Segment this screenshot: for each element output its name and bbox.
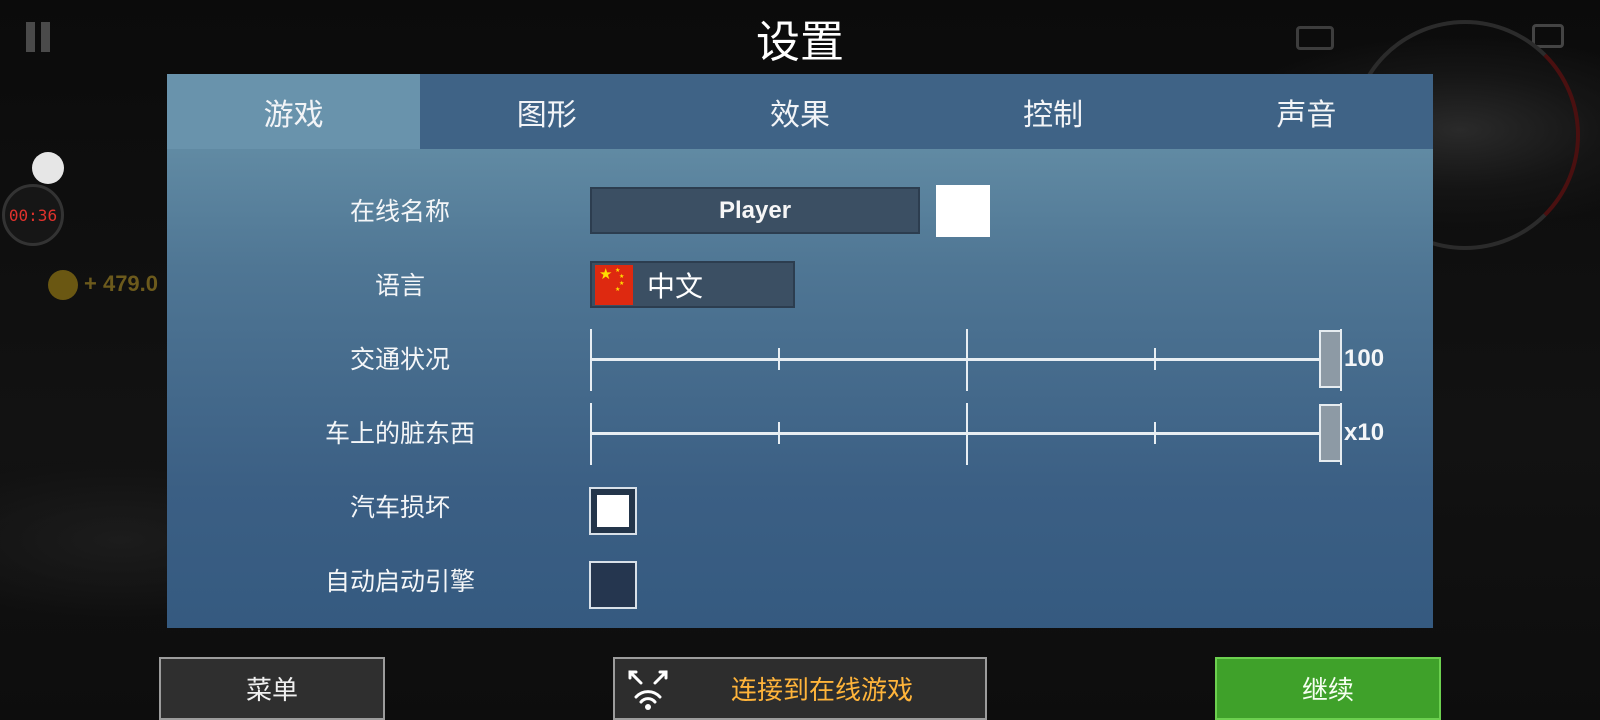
hud-indicator-dot [32,152,64,184]
connect-online-button[interactable]: 连接到在线游戏 [613,657,987,720]
online-name-label: 在线名称 [349,197,450,226]
traffic-value: 100 [1344,345,1385,372]
slider-tick [778,422,780,444]
tab-effects[interactable]: 效果 [673,74,926,149]
slider-tick [778,348,780,370]
slider-tick [1154,422,1156,444]
settings-tabs: 游戏 图形 效果 控制 声音 [167,74,1433,149]
traffic-slider-handle[interactable] [1319,330,1342,388]
hud-coins: + 479.0 [48,270,158,300]
car-damage-checkbox[interactable] [589,487,637,535]
language-select[interactable]: ★ ★ ★ ★ ★ 中文 [590,261,795,308]
language-value: 中文 [647,269,704,303]
dirt-value: x10 [1344,419,1385,446]
tab-sound[interactable]: 声音 [1180,74,1433,149]
tab-game[interactable]: 游戏 [167,74,421,149]
slider-tick [590,403,592,465]
slider-track [590,358,1334,361]
continue-button[interactable]: 继续 [1215,657,1441,720]
traffic-label: 交通状况 [349,345,450,374]
name-color-picker[interactable] [936,185,990,237]
dirt-slider-handle[interactable] [1319,404,1342,462]
online-name-input[interactable]: Player [590,187,920,234]
slider-tick [966,403,968,465]
menu-button[interactable]: 菜单 [159,657,385,720]
dirt-slider[interactable] [590,403,1342,465]
car-damage-label: 汽车损坏 [349,493,450,522]
settings-panel: 游戏 图形 效果 控制 声音 在线名称 Player 语言 ★ ★ ★ ★ ★ … [167,74,1433,628]
china-flag-icon: ★ ★ ★ ★ ★ [595,264,633,305]
slider-track [590,432,1334,435]
hud-timer: 00:36 [2,184,64,246]
slider-tick [1154,348,1156,370]
slider-tick [590,329,592,391]
slider-tick [966,329,968,391]
page-title: 设置 [756,17,844,68]
auto-engine-checkbox[interactable] [589,561,637,609]
traffic-slider[interactable] [590,329,1342,391]
tab-graphics[interactable]: 图形 [420,74,673,149]
connect-online-label: 连接到在线游戏 [730,676,913,706]
auto-engine-label: 自动启动引擎 [324,567,475,596]
dirt-label: 车上的脏东西 [324,419,475,448]
language-label: 语言 [374,271,425,300]
tab-controls[interactable]: 控制 [927,74,1180,149]
online-network-icon [628,670,668,710]
